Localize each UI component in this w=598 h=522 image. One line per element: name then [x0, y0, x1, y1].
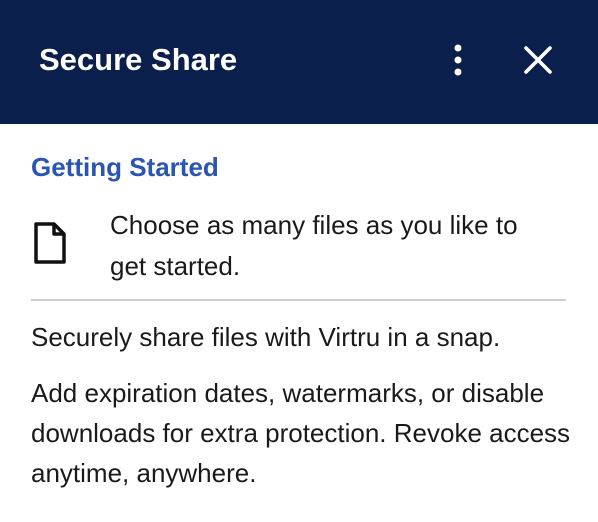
intro-text: Securely share files with Virtru in a sn… — [31, 322, 501, 352]
panel-header: Secure Share — [0, 0, 598, 124]
details-text: Add expiration dates, watermarks, or dis… — [31, 378, 571, 488]
panel-title: Secure Share — [39, 42, 238, 77]
getting-started-heading: Getting Started — [31, 152, 219, 182]
kebab-menu-icon — [454, 44, 462, 76]
more-options-button[interactable] — [438, 40, 478, 80]
close-button[interactable] — [518, 40, 558, 80]
secure-share-panel: Secure Share Getting Started Choose as m… — [0, 0, 598, 522]
close-icon — [524, 46, 552, 74]
file-selection-hint: Choose as many files as you like to get … — [110, 210, 518, 281]
section-divider — [31, 299, 566, 301]
panel-content: Getting Started Choose as many files as … — [0, 124, 598, 522]
file-icon — [34, 222, 66, 264]
